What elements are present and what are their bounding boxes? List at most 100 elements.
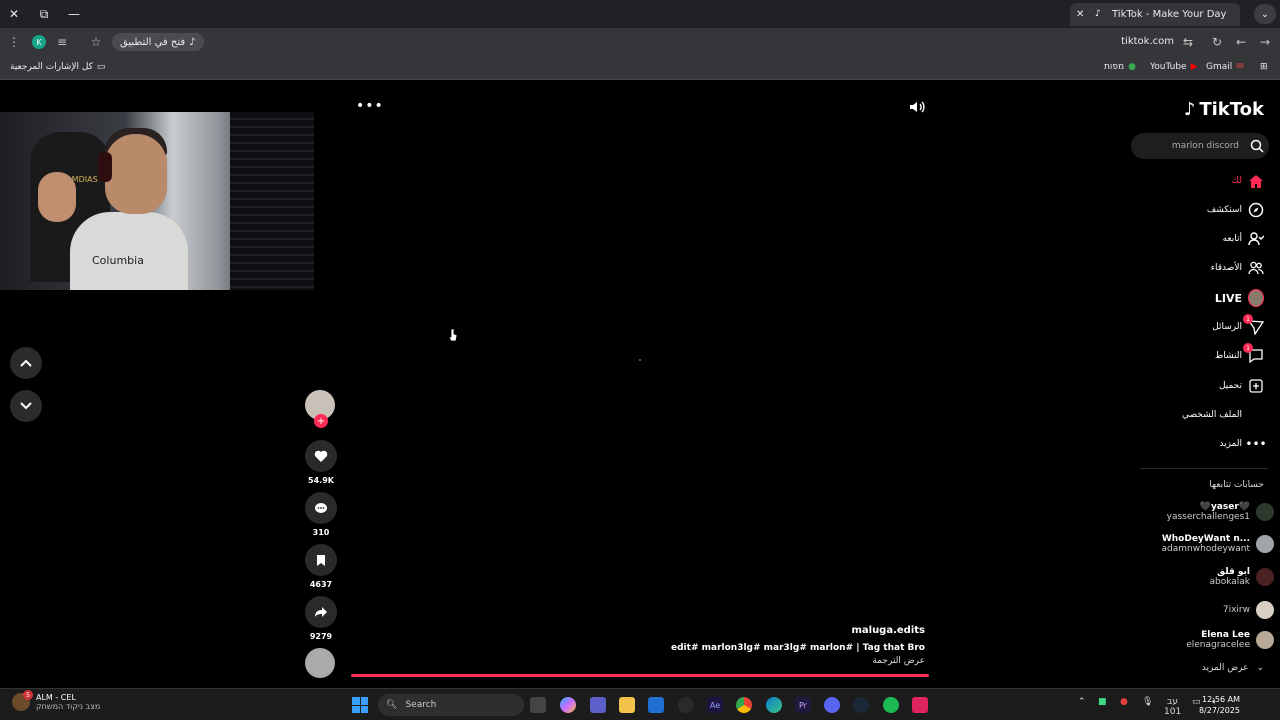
system-clock[interactable]: 12:56 AM 8/27/2025: [1199, 694, 1240, 716]
start-button[interactable]: [352, 697, 368, 713]
nav-activity[interactable]: النشاط 1: [1114, 343, 1264, 366]
premiere-icon[interactable]: Pr: [795, 697, 811, 713]
volume-icon[interactable]: [908, 98, 926, 116]
nav-live[interactable]: LIVE: [1114, 288, 1264, 308]
webcam-overlay: GAMDIAS Columbia: [0, 112, 314, 290]
menu-kebab-icon[interactable]: ⋮: [4, 32, 24, 52]
previous-video-button[interactable]: [10, 347, 42, 379]
nav-more[interactable]: المزيد •••: [1114, 434, 1266, 454]
nav-for-you[interactable]: لك: [1114, 171, 1264, 191]
widget-badge: 5: [23, 690, 33, 700]
open-in-app-chip[interactable]: فتح في التطبيق ♪: [112, 33, 204, 51]
streamer-hand: [38, 172, 76, 222]
taskbar-widget[interactable]: 5 ALM - CEL מצב ניקוד המשחק: [12, 690, 100, 711]
taskbar-search[interactable]: 🔍︎ Search: [378, 694, 524, 716]
back-icon[interactable]: ←: [1231, 32, 1251, 52]
bookmark-maps[interactable]: מפות ●: [1104, 62, 1136, 72]
video-speck: [639, 359, 641, 361]
nav-profile[interactable]: الملف الشخصي: [1114, 405, 1264, 425]
store-icon[interactable]: [648, 697, 664, 713]
tray-chevron-icon[interactable]: ⌃: [1078, 697, 1086, 707]
restore-window-icon[interactable]: ⧉: [34, 4, 54, 24]
obs-icon[interactable]: [678, 697, 694, 713]
search-icon[interactable]: [1250, 139, 1264, 153]
after-effects-icon[interactable]: Ae: [707, 697, 723, 713]
tab-search-icon[interactable]: ⌄: [1254, 4, 1276, 24]
video-progress-bar[interactable]: [351, 674, 929, 677]
like-button[interactable]: [305, 440, 337, 472]
minimize-window-icon[interactable]: —: [64, 4, 84, 24]
account-handle: adamnwhodeywant: [1161, 544, 1250, 554]
tray-app-icon[interactable]: ■: [1098, 697, 1107, 707]
see-translation-link[interactable]: عرض الترجمة: [665, 656, 925, 666]
clock-time: 12:56 AM: [1202, 695, 1240, 704]
bookmark-gmail[interactable]: Gmail ✉: [1206, 62, 1244, 72]
see-more-link[interactable]: عرض المزيد ⌄: [1202, 663, 1264, 673]
chrome-icon[interactable]: [736, 697, 752, 713]
plus-square-icon: [1248, 378, 1264, 394]
copilot-icon[interactable]: [560, 697, 576, 713]
tiktok-app-icon: ♪: [189, 36, 196, 48]
nav-following[interactable]: أتابعه: [1114, 229, 1264, 249]
star-bookmark-icon[interactable]: ☆: [86, 32, 106, 52]
address-bar-url[interactable]: tiktok.com: [1121, 36, 1174, 47]
shirt-brand: Columbia: [92, 254, 144, 267]
tiktok-logo[interactable]: ♪ TikTok: [1184, 98, 1264, 120]
more-options-icon[interactable]: •••: [356, 98, 384, 114]
save-button[interactable]: [305, 544, 337, 576]
video-meta: maluga.edits edit# marlon3lg# mar3lg# ma…: [665, 625, 925, 666]
task-view-icon[interactable]: [530, 697, 546, 713]
file-explorer-icon[interactable]: [619, 697, 635, 713]
nav-explore[interactable]: استكشف: [1114, 200, 1264, 220]
video-author[interactable]: maluga.edits: [665, 625, 925, 636]
profile-avatar[interactable]: K: [32, 35, 46, 49]
share-button[interactable]: [305, 596, 337, 628]
teams-icon[interactable]: [590, 697, 606, 713]
reload-icon[interactable]: ↻: [1207, 32, 1227, 52]
tray-update-icon[interactable]: ●: [1120, 697, 1128, 707]
close-window-icon[interactable]: ✕: [4, 4, 24, 24]
next-video-button[interactable]: [10, 390, 42, 422]
nav-upload-label: تحميل: [1218, 381, 1242, 391]
tab-close-icon[interactable]: ✕: [1076, 9, 1090, 20]
following-account[interactable]: WhoDeyWant n... adamnwhodeywant: [1124, 531, 1274, 557]
steam-icon[interactable]: [853, 697, 869, 713]
nav-messages[interactable]: الرسائل 1: [1114, 314, 1264, 337]
comment-button[interactable]: [305, 492, 337, 524]
microphone-icon[interactable]: 🎙︎: [1142, 697, 1153, 707]
all-bookmarks-item[interactable]: كل الإشارات المرجعية ▭: [10, 62, 105, 72]
activity-badge: 1: [1243, 343, 1253, 353]
sidebar-divider: [1140, 468, 1268, 469]
account-avatar: [1256, 535, 1274, 553]
nav-upload[interactable]: تحميل: [1114, 376, 1264, 396]
forward-icon[interactable]: →: [1255, 32, 1275, 52]
comment-count: 310: [312, 528, 330, 537]
spotify-icon[interactable]: [883, 697, 899, 713]
tune-icon[interactable]: ≡: [52, 32, 72, 52]
tab-tiktok[interactable]: ✕ ♪ TikTok - Make Your Day: [1070, 3, 1240, 26]
following-account[interactable]: Elena Lee elenagracelee: [1124, 627, 1274, 653]
following-account[interactable]: ابو قلق abokalak: [1124, 564, 1274, 590]
language-indicator[interactable]: עב 101: [1164, 697, 1181, 717]
edge-icon[interactable]: [766, 697, 782, 713]
nav-activity-label: النشاط: [1214, 351, 1242, 361]
home-icon: [1248, 173, 1264, 189]
bookmark-youtube[interactable]: YouTube ▶: [1150, 62, 1198, 72]
windows-taskbar: 5 ALM - CEL מצב ניקוד המשחק 🔍︎ Search Ae…: [0, 688, 1280, 720]
share-icon: [315, 607, 327, 617]
following-account[interactable]: 7ixirw: [1124, 597, 1274, 623]
nav-explore-label: استكشف: [1206, 205, 1242, 215]
app-icon[interactable]: [912, 697, 928, 713]
discord-icon[interactable]: [824, 697, 840, 713]
search-input[interactable]: marlon discord: [1131, 133, 1269, 159]
youtube-icon: ▶: [1190, 62, 1198, 72]
following-account[interactable]: 🖤yaser🖤 yasserchallenges1: [1124, 499, 1274, 525]
site-settings-icon[interactable]: ⇆: [1178, 32, 1198, 52]
compass-icon: [1248, 202, 1264, 218]
nav-more-label: المزيد: [1219, 439, 1242, 449]
tiktok-note-icon: ♪: [1183, 98, 1196, 120]
music-disc-avatar[interactable]: [305, 648, 335, 678]
apps-grid-icon[interactable]: ⊞: [1260, 62, 1268, 72]
follow-plus-icon[interactable]: +: [314, 414, 328, 428]
nav-friends[interactable]: الأصدقاء: [1114, 258, 1264, 278]
